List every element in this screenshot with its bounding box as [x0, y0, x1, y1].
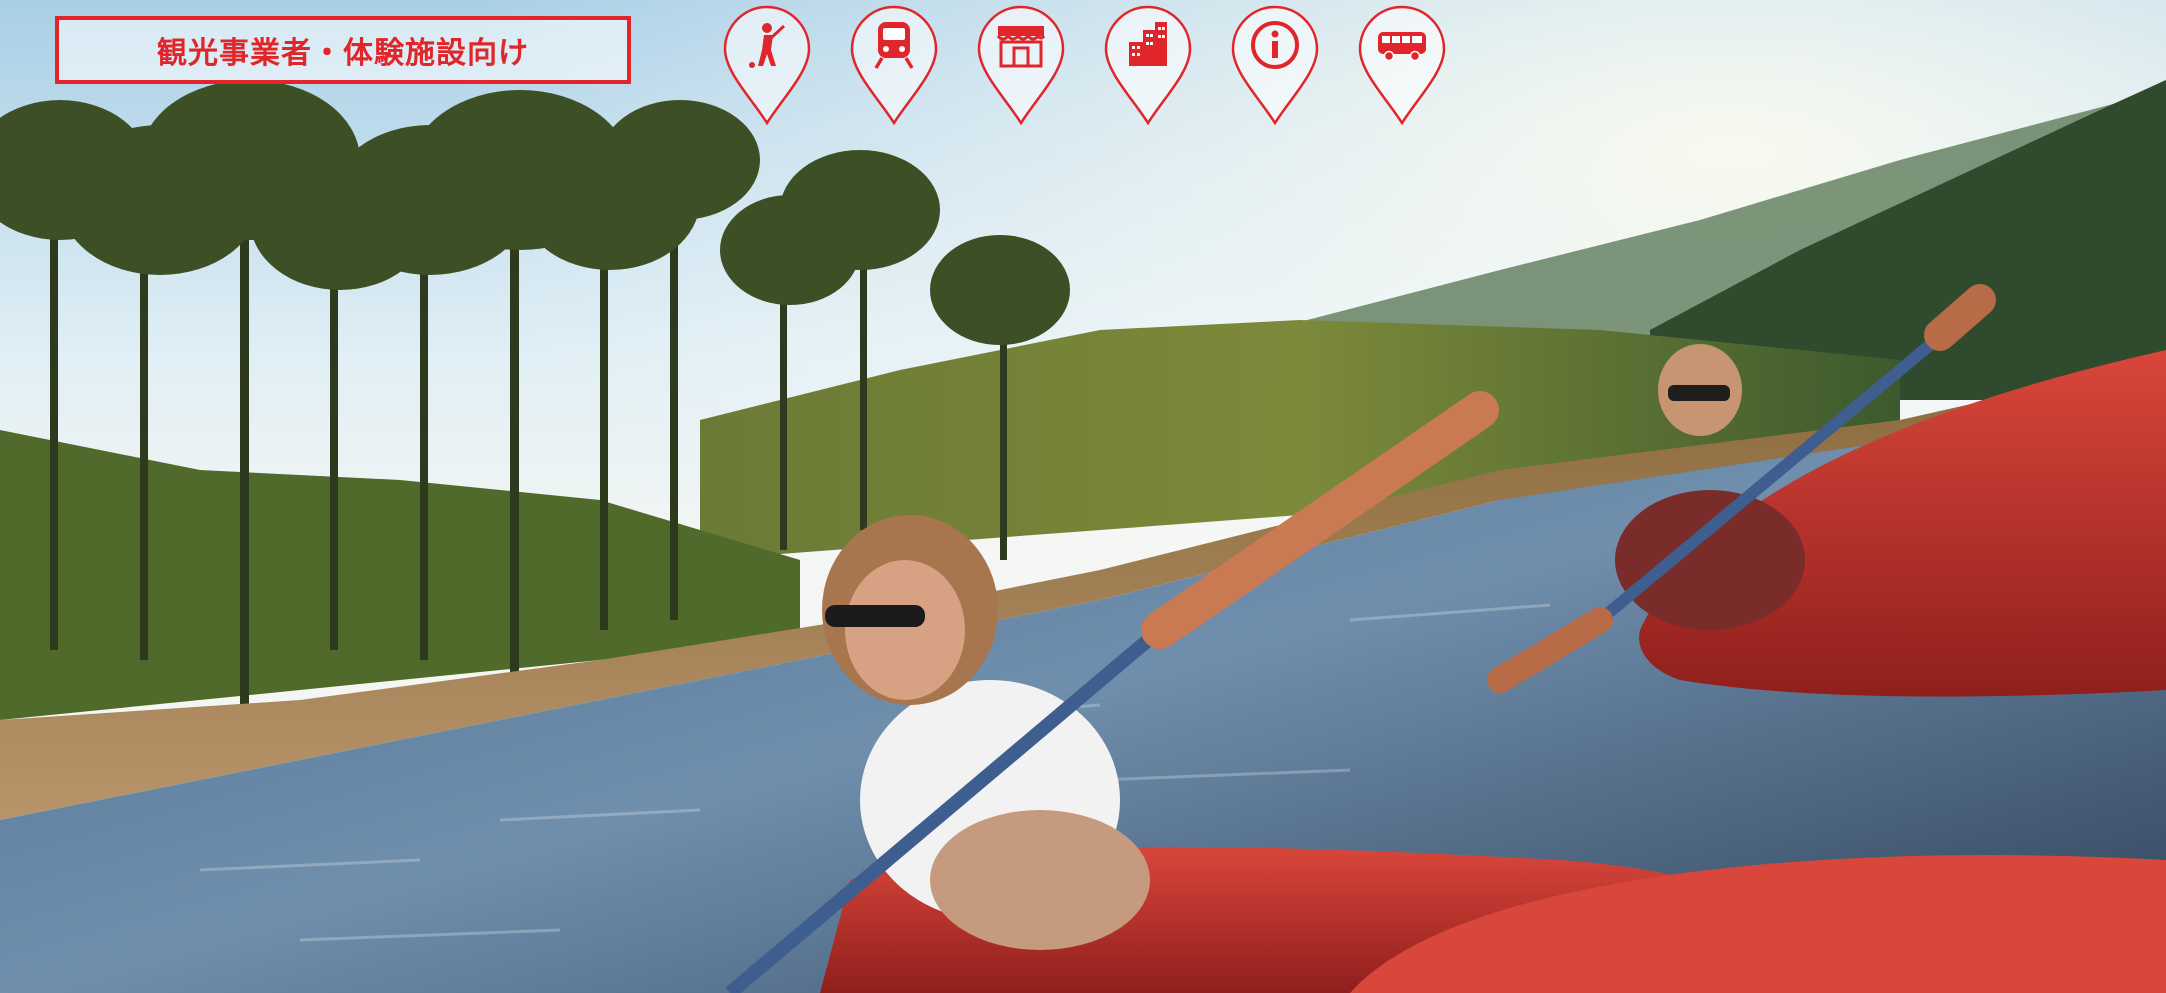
pin-info[interactable] [1230, 4, 1320, 126]
pin-train[interactable] [849, 4, 939, 126]
tourism-operators-button[interactable]: 観光事業者・体験施設向け [55, 16, 631, 84]
hero-stage: 観光事業者・体験施設向け [0, 0, 2166, 993]
bus-icon [1378, 32, 1426, 62]
building-icon [1129, 22, 1167, 66]
category-pin-bar [722, 4, 1447, 126]
golf-icon [749, 23, 786, 68]
pin-bus[interactable] [1357, 4, 1447, 126]
info-icon [1251, 21, 1299, 69]
pin-building[interactable] [1103, 4, 1193, 126]
pin-golf[interactable] [722, 4, 812, 126]
hero-background-photo [0, 0, 2166, 993]
pin-shop[interactable] [976, 4, 1066, 126]
train-icon [874, 22, 914, 69]
shop-icon [996, 26, 1046, 68]
